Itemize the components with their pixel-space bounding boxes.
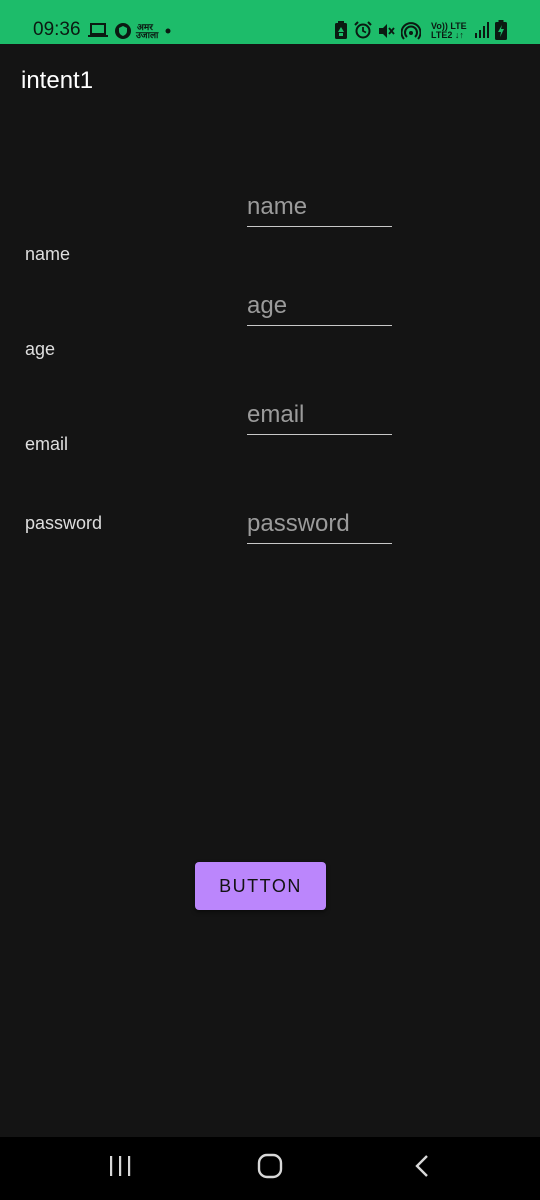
laptop-icon [88, 22, 108, 44]
app-title: intent1 [21, 67, 94, 94]
news-icon-text-bottom: उजाला [136, 30, 159, 40]
battery-charging-icon [495, 20, 507, 42]
battery-saver-icon [334, 21, 348, 43]
back-button[interactable] [400, 1151, 444, 1185]
name-input[interactable] [247, 190, 392, 224]
alarm-icon [354, 21, 372, 43]
name-field [247, 186, 392, 227]
network-label-bottom: LTE2 ↓↑ [431, 30, 464, 40]
home-icon [257, 1153, 283, 1183]
email-label: email [25, 434, 69, 454]
home-button[interactable] [248, 1151, 292, 1185]
status-time: 09:36 [33, 19, 81, 40]
status-bar: 09:36 अमर उजाला Vo)) LTE LTE2 ↓↑ [0, 0, 540, 44]
back-icon [413, 1154, 431, 1182]
recents-button[interactable] [98, 1151, 142, 1185]
age-input[interactable] [247, 289, 392, 323]
recents-icon [108, 1155, 132, 1181]
email-field [247, 394, 392, 435]
news-app-icon: अमर उजाला [136, 23, 159, 45]
age-field [247, 285, 392, 326]
email-input[interactable] [247, 398, 392, 432]
age-label: age [25, 339, 56, 359]
name-label: name [25, 244, 71, 264]
hotspot-icon [401, 21, 421, 43]
mute-icon [377, 22, 395, 44]
vpn-shield-icon [114, 22, 132, 44]
password-label: password [25, 513, 103, 533]
navigation-bar [0, 1137, 540, 1200]
password-input[interactable] [247, 507, 392, 541]
network-label-top: Vo)) LTE [431, 21, 467, 31]
submit-button[interactable]: BUTTON [195, 862, 326, 910]
signal-icon [474, 22, 490, 44]
password-field [247, 503, 392, 544]
dot-icon [165, 28, 171, 50]
